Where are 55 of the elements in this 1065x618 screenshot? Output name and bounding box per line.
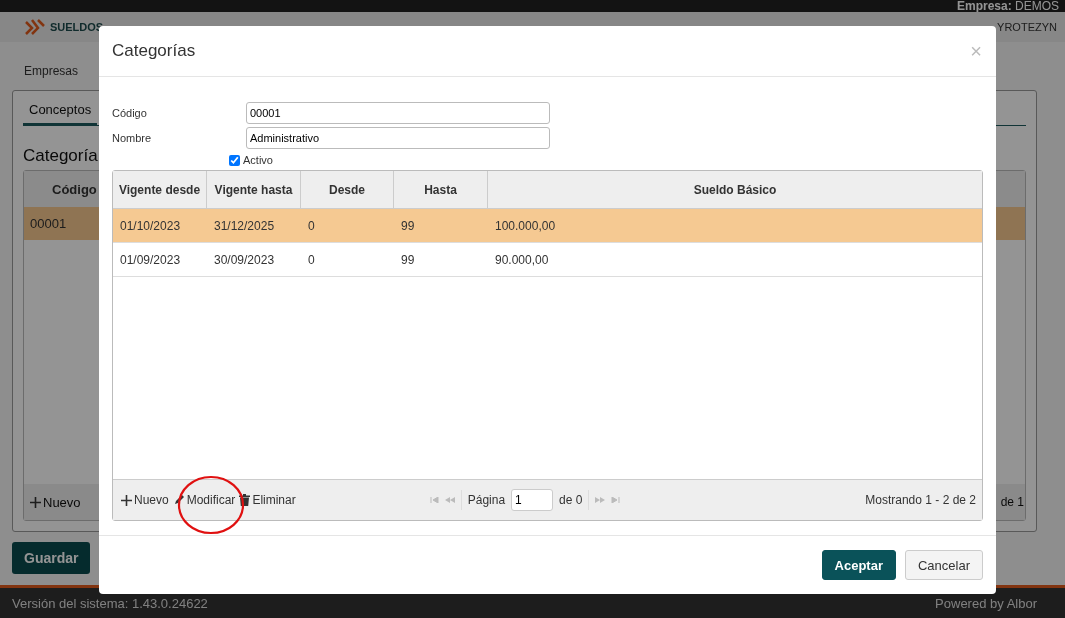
- user-menu[interactable]: YROTEZYN: [997, 21, 1057, 33]
- table-cell-text: 0: [307, 218, 316, 233]
- accept-button[interactable]: Aceptar: [821, 550, 896, 580]
- tab[interactable]: Conceptos: [23, 102, 98, 125]
- previous-page-icon[interactable]: [444, 497, 455, 503]
- save-button[interactable]: Guardar: [12, 542, 91, 574]
- next-page-icon[interactable]: [595, 497, 606, 503]
- last-page-icon[interactable]: [611, 497, 621, 503]
- table-cell-text: 90.000,00: [494, 252, 550, 267]
- column-header[interactable]: Desde: [301, 171, 394, 208]
- page-total: de 0: [559, 493, 583, 507]
- column-header[interactable]: Hasta: [394, 171, 488, 208]
- table-cell-text: 01/10/2023: [119, 218, 182, 233]
- record-count: Mostrando 1 - 2 de 2: [865, 493, 976, 507]
- field-label: Nombre: [112, 131, 153, 144]
- plus-icon: [121, 494, 132, 506]
- logo-text: SUELDOS: [50, 21, 104, 33]
- table-cell-text: 99: [400, 218, 416, 233]
- trash-icon: [239, 494, 251, 506]
- first-page-icon[interactable]: [429, 497, 439, 503]
- input-field[interactable]: Administrativo: [246, 126, 550, 149]
- table-row[interactable]: 01/10/2023 31/12/2025 0 99 100.000,00: [113, 209, 982, 243]
- table-cell-text: 99: [400, 252, 416, 267]
- edit-button[interactable]: Modificar: [170, 493, 238, 507]
- table-cell-text: 01/09/2023: [119, 252, 182, 267]
- company-label: Empresa: DEMOS: [956, 0, 1059, 12]
- column-header[interactable]: Vigente hasta: [207, 171, 301, 208]
- table-cell-text: 31/12/2025: [213, 218, 276, 233]
- new-button[interactable]: Nuevo: [43, 494, 81, 510]
- table-cell-text: 30/09/2023: [213, 252, 276, 267]
- table-cell-text: 100.000,00: [494, 218, 557, 233]
- new-button[interactable]: Nuevo: [119, 493, 171, 507]
- pager-text: de 1: [1000, 495, 1024, 509]
- highlight-circle: [176, 474, 246, 536]
- cancel-button[interactable]: Cancelar: [904, 550, 983, 580]
- table-row[interactable]: 01/09/2023 30/09/2023 0 99 90.000,00: [113, 243, 982, 277]
- page-label: Página: [467, 493, 506, 507]
- version-text: Versión del sistema: 1.43.0.24622: [12, 595, 208, 611]
- column-header[interactable]: Vigente desde: [113, 171, 207, 208]
- table-cell-text: 0: [307, 252, 316, 267]
- page-input[interactable]: 1: [511, 489, 554, 511]
- pencil-icon: [172, 494, 185, 506]
- plus-icon: [30, 496, 41, 508]
- breadcrumb-link[interactable]: Empresas: [24, 64, 79, 78]
- section-title: Categoría: [23, 146, 98, 166]
- input-field[interactable]: 00001: [246, 101, 550, 124]
- dialog-title: Categorías: [112, 41, 197, 61]
- field-label: Código: [112, 106, 148, 119]
- powered-by-text: Powered by Albor: [935, 595, 1037, 611]
- column-header[interactable]: Código: [52, 181, 97, 197]
- delete-button[interactable]: Eliminar: [237, 493, 298, 507]
- column-header[interactable]: Sueldo Básico: [488, 171, 982, 208]
- logo-icon: [24, 18, 46, 36]
- active-checkbox[interactable]: [229, 154, 240, 166]
- checkbox-label: Activo: [243, 154, 273, 166]
